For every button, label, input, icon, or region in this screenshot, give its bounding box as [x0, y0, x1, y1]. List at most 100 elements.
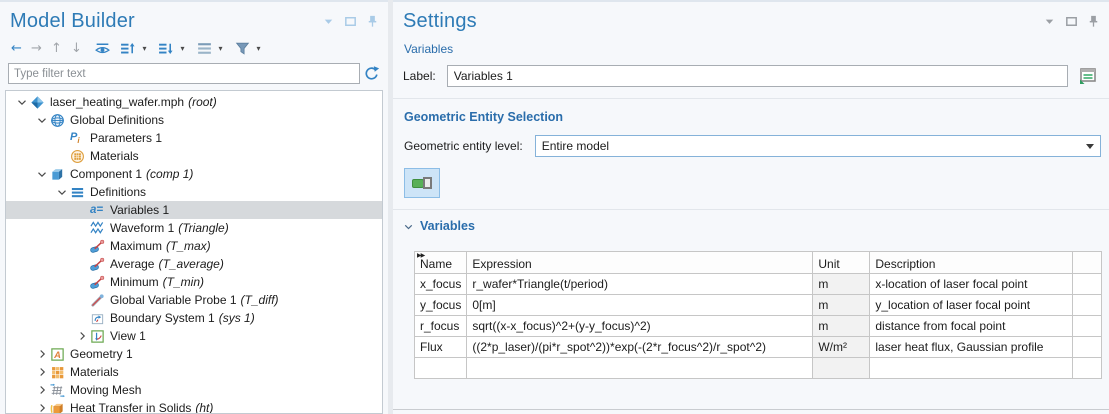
expand-all-icon[interactable]	[158, 40, 175, 57]
tree-item-definitions[interactable]: Definitions	[6, 183, 382, 201]
refresh-icon[interactable]	[360, 64, 382, 84]
collapse-icon[interactable]	[54, 184, 70, 200]
tree-item-waveform-1[interactable]: Waveform 1 (Triangle)	[6, 219, 382, 237]
panel-menu-icon[interactable]	[321, 14, 336, 29]
filter-dropdown-icon[interactable]: ▾	[254, 44, 263, 53]
table-row: x_focus r_wafer*Triangle(t/period) m x-l…	[415, 274, 1102, 295]
float-panel-icon[interactable]	[343, 14, 358, 29]
name-cell[interactable]: y_focus	[415, 295, 467, 316]
collapse-icon[interactable]	[34, 166, 50, 182]
tree-item-component-1[interactable]: Component 1 (comp 1)	[6, 165, 382, 183]
go-to-node-dropdown-icon[interactable]: ▾	[216, 44, 225, 53]
tree-item-global-variable-probe-1[interactable]: Global Variable Probe 1 (T_diff)	[6, 291, 382, 309]
expand-icon[interactable]	[74, 328, 90, 344]
geometric-entity-level-row: Geometric entity level: Entire model	[404, 135, 1101, 157]
expand-icon[interactable]	[34, 364, 50, 380]
label-input[interactable]	[447, 65, 1068, 87]
pin-panel-icon[interactable]	[365, 14, 380, 29]
blank-cell	[1073, 337, 1102, 358]
expand-icon[interactable]	[34, 400, 50, 414]
back-icon[interactable]: ←	[8, 40, 25, 57]
float-panel-icon[interactable]	[1064, 14, 1079, 29]
go-to-node-icon[interactable]	[196, 40, 213, 57]
column-header-name[interactable]: ▶▶ Name	[415, 252, 467, 274]
tree-item-view-1[interactable]: View 1	[6, 327, 382, 345]
collapse-all-icon[interactable]	[120, 40, 137, 57]
name-cell[interactable]: x_focus	[415, 274, 467, 295]
geometric-entity-level-select[interactable]: Entire model	[535, 135, 1101, 157]
expand-icon[interactable]	[34, 382, 50, 398]
description-cell[interactable]: y_location of laser focal point	[870, 295, 1073, 316]
forward-icon[interactable]: →	[28, 40, 45, 57]
name-cell[interactable]: r_focus	[415, 316, 467, 337]
collapse-icon[interactable]	[14, 94, 30, 110]
unit-cell: W/m²	[813, 337, 870, 358]
tree-item-average[interactable]: Average (T_average)	[6, 255, 382, 273]
unit-cell: m	[813, 316, 870, 337]
expression-cell[interactable]	[467, 358, 813, 379]
section-divider	[393, 98, 1109, 99]
unit-cell: m	[813, 274, 870, 295]
blank-cell	[1073, 316, 1102, 337]
expression-cell[interactable]: 0[m]	[467, 295, 813, 316]
unit-cell: m	[813, 295, 870, 316]
expand-icon[interactable]	[34, 346, 50, 362]
tree-item-boundary-system-1[interactable]: Boundary System 1 (sys 1)	[6, 309, 382, 327]
variables-table: ▶▶ Name Expression Unit Description x_fo…	[414, 251, 1102, 379]
table-row: r_focus sqrt((x-x_focus)^2+(y-y_focus)^2…	[415, 316, 1102, 337]
panel-menu-icon[interactable]	[1042, 14, 1057, 29]
expression-cell[interactable]: sqrt((x-x_focus)^2+(y-y_focus)^2)	[467, 316, 813, 337]
move-down-icon[interactable]: ↓	[68, 40, 85, 57]
select-all-rows-icon[interactable]: ▶▶	[417, 252, 424, 259]
tree-item-heat-transfer[interactable]: Heat Transfer in Solids (ht)	[6, 399, 382, 414]
settings-window-controls	[1042, 14, 1101, 29]
description-cell[interactable]: distance from focal point	[870, 316, 1073, 337]
tree-item-maximum[interactable]: Maximum (T_max)	[6, 237, 382, 255]
table-row: Flux ((2*p_laser)/(pi*r_spot^2))*exp(-(2…	[415, 337, 1102, 358]
expression-cell[interactable]: r_wafer*Triangle(t/period)	[467, 274, 813, 295]
section-header-geometric-entity-selection[interactable]: Geometric Entity Selection	[404, 110, 563, 124]
table-header-row: ▶▶ Name Expression Unit Description	[415, 252, 1102, 274]
section-header-variables[interactable]: Variables	[402, 219, 475, 233]
tree-item-materials[interactable]: Materials	[6, 363, 382, 381]
name-cell[interactable]: Flux	[415, 337, 467, 358]
moving-mesh-icon	[50, 382, 68, 398]
filter-input[interactable]	[8, 63, 360, 84]
name-cell[interactable]	[415, 358, 467, 379]
description-cell[interactable]	[870, 358, 1073, 379]
collapse-icon[interactable]	[34, 112, 50, 128]
description-cell[interactable]: laser heat flux, Gaussian profile	[870, 337, 1073, 358]
table-row: y_focus 0[m] m y_location of laser focal…	[415, 295, 1102, 316]
active-selection-toggle-button[interactable]	[404, 168, 440, 198]
show-icon[interactable]	[94, 40, 111, 57]
expression-cell[interactable]: ((2*p_laser)/(pi*r_spot^2))*exp(-(2*r_fo…	[467, 337, 813, 358]
parameters-icon: Pi	[70, 130, 88, 146]
column-header-description[interactable]: Description	[870, 252, 1073, 274]
tree-item-materials-global[interactable]: Materials	[6, 147, 382, 165]
model-builder-title: Model Builder	[10, 10, 135, 33]
probe-icon	[90, 256, 108, 272]
column-header-expression[interactable]: Expression	[467, 252, 813, 274]
toggle-icon	[412, 177, 432, 189]
mph-file-icon	[30, 94, 48, 110]
model-builder-toolbar: ← → ↑ ↓ ▾ ▾ ▾ ▾	[8, 38, 380, 58]
settings-title: Settings	[403, 10, 477, 33]
label-row: Label:	[403, 64, 1101, 88]
tree-item-parameters-1[interactable]: Pi Parameters 1	[6, 129, 382, 147]
filter-row	[8, 63, 382, 84]
tree-item-root[interactable]: laser_heating_wafer.mph (root)	[6, 93, 382, 111]
expand-all-dropdown-icon[interactable]: ▾	[178, 44, 187, 53]
tree-item-geometry-1[interactable]: A Geometry 1	[6, 345, 382, 363]
column-header-unit[interactable]: Unit	[813, 252, 870, 274]
pin-panel-icon[interactable]	[1086, 14, 1101, 29]
tree-item-variables-1[interactable]: a= Variables 1	[6, 201, 382, 219]
description-cell[interactable]: x-location of laser focal point	[870, 274, 1073, 295]
tree-item-minimum[interactable]: Minimum (T_min)	[6, 273, 382, 291]
rename-button[interactable]	[1075, 64, 1101, 88]
move-up-icon[interactable]: ↑	[48, 40, 65, 57]
tree-item-global-definitions[interactable]: Global Definitions	[6, 111, 382, 129]
selected-option: Entire model	[542, 139, 1086, 153]
collapse-all-dropdown-icon[interactable]: ▾	[140, 44, 149, 53]
filter-icon[interactable]	[234, 40, 251, 57]
tree-item-moving-mesh[interactable]: Moving Mesh	[6, 381, 382, 399]
